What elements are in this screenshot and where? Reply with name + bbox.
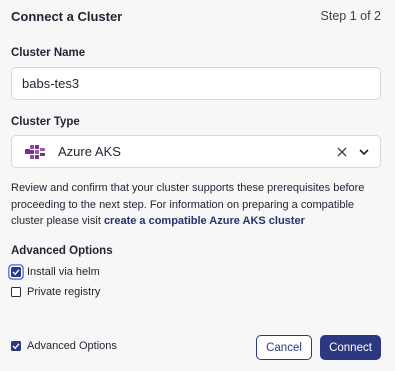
cluster-name-input[interactable]: [12, 68, 380, 99]
chevron-down-icon[interactable]: [358, 146, 370, 158]
clear-icon[interactable]: [336, 146, 348, 158]
install-helm-checkbox[interactable]: [11, 267, 21, 277]
cluster-type-label: Cluster Type: [11, 116, 80, 128]
cancel-button[interactable]: Cancel: [256, 335, 312, 360]
azure-aks-icon: [25, 144, 45, 159]
aks-guide-link[interactable]: create a compatible Azure AKS cluster: [104, 215, 305, 227]
cluster-name-label: Cluster Name: [11, 47, 86, 59]
connect-cluster-dialog: Connect a Cluster Step 1 of 2 Cluster Na…: [0, 0, 395, 371]
prerequisites-description: Review and confirm that your cluster sup…: [11, 180, 383, 230]
install-helm-option[interactable]: Install via helm: [11, 265, 100, 279]
dialog-title: Connect a Cluster: [11, 8, 123, 24]
private-registry-checkbox[interactable]: [11, 287, 21, 297]
cluster-type-select[interactable]: Azure AKS: [11, 135, 381, 168]
dialog-header: Connect a Cluster Step 1 of 2: [11, 8, 381, 24]
cluster-name-field[interactable]: [11, 67, 381, 100]
check-icon: [12, 343, 20, 350]
connect-button[interactable]: Connect: [320, 335, 381, 360]
advanced-options-checkbox[interactable]: [11, 341, 21, 351]
check-icon: [12, 269, 20, 276]
advanced-options-toggle-label: Advanced Options: [27, 340, 117, 352]
advanced-options-toggle[interactable]: Advanced Options: [11, 339, 117, 353]
advanced-options-heading: Advanced Options: [11, 245, 113, 257]
private-registry-option[interactable]: Private registry: [11, 285, 100, 299]
cluster-type-value: Azure AKS: [58, 144, 121, 159]
install-helm-label: Install via helm: [27, 266, 100, 278]
private-registry-label: Private registry: [27, 286, 101, 298]
step-indicator: Step 1 of 2: [320, 9, 381, 23]
